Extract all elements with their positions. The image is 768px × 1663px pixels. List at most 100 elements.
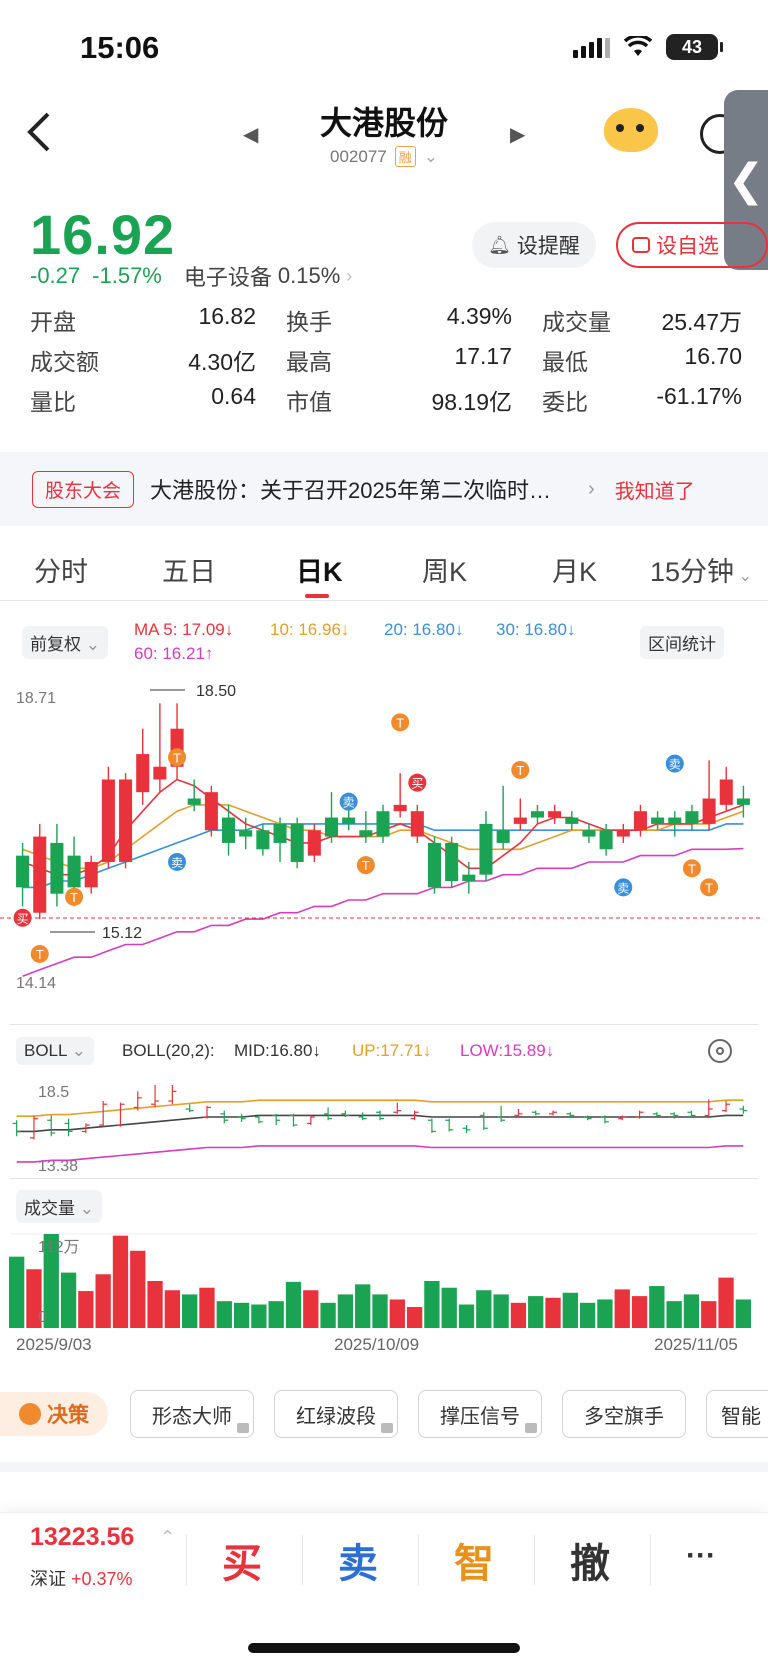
divider: [10, 1178, 758, 1179]
boll-legend: BOLL ⌄ BOLL(20,2): MID:16.80↓ UP:17.71↓ …: [0, 1035, 768, 1071]
battery-icon: 43: [666, 34, 723, 60]
range-stats-button[interactable]: 区间统计: [640, 626, 724, 659]
volume-bar: [545, 1297, 561, 1328]
volume-bar: [233, 1302, 250, 1328]
sector-link[interactable]: 电子设备 0.15% ›: [184, 260, 352, 292]
volume-bar: [579, 1302, 596, 1328]
boll-chart[interactable]: 18.5 13.38: [0, 1075, 768, 1180]
volume-bar: [562, 1292, 578, 1328]
tool-support-resistance[interactable]: 撑压信号: [418, 1390, 542, 1438]
volume-bar: [683, 1294, 700, 1328]
stats-row: 开盘 16.82 换手 4.39% 成交量 25.47万: [30, 300, 742, 340]
last-price: 16.92: [30, 203, 176, 266]
mascot-icon[interactable]: [604, 108, 658, 152]
tool-smart[interactable]: 智能: [706, 1390, 768, 1438]
status-icons: 43: [573, 34, 723, 60]
separator: [650, 1535, 651, 1585]
tab-intraday[interactable]: 分时: [34, 550, 88, 589]
signal-label: 卖: [343, 796, 355, 810]
dismiss-announcement-button[interactable]: 我知道了: [615, 475, 695, 504]
boll-dropdown[interactable]: BOLL ⌄: [16, 1037, 94, 1065]
stat-item: 量比 0.64: [30, 383, 286, 417]
sell-button[interactable]: 卖: [338, 1531, 378, 1589]
volume-bar: [424, 1281, 440, 1328]
cellular-signal-icon: [573, 36, 610, 58]
volume-bar: [389, 1299, 405, 1328]
buy-button[interactable]: 买: [222, 1531, 262, 1589]
smart-trade-button[interactable]: 智: [454, 1531, 494, 1589]
stock-code-row[interactable]: 002077 融 ⌄: [0, 146, 768, 167]
volume-bar: [458, 1304, 475, 1328]
tab-monthly-k[interactable]: 月K: [552, 550, 597, 589]
volume-bar: [164, 1290, 181, 1328]
signal-label: 买: [411, 777, 423, 791]
candle-body: [685, 811, 699, 824]
candle-body: [290, 823, 304, 862]
candle-body: [376, 811, 390, 837]
candle-body: [633, 811, 647, 831]
max-price-label: 18.50: [196, 683, 236, 700]
divider: [10, 1024, 758, 1025]
add-watchlist-button[interactable]: 设自选: [616, 222, 768, 268]
cancel-order-button[interactable]: 撤: [570, 1531, 610, 1589]
stat-value: 0.64: [211, 383, 256, 409]
decision-button[interactable]: 决策: [0, 1392, 108, 1436]
volume-bar: [718, 1277, 734, 1328]
candle-body: [668, 817, 682, 824]
date-start: 2025/9/03: [16, 1335, 92, 1354]
chevron-down-icon: ⌄: [71, 1041, 86, 1060]
tab-15min[interactable]: 15分钟 ⌄: [650, 550, 752, 589]
tab-five-day[interactable]: 五日: [162, 550, 216, 589]
ma5-value: MA 5: 17.09↓: [134, 620, 234, 639]
boll-lines: [16, 1099, 744, 1163]
chevron-down-icon: ⌄: [85, 635, 100, 654]
volume-chart[interactable]: 112万 0: [0, 1228, 768, 1333]
lock-icon: [237, 1423, 249, 1433]
candle-body: [359, 830, 373, 837]
volume-bar: [78, 1291, 94, 1328]
volume-dropdown[interactable]: 成交量 ⌄: [16, 1190, 102, 1223]
stat-label: 成交量: [542, 309, 611, 335]
next-stock-button[interactable]: ▶: [510, 122, 525, 147]
stat-label: 开盘: [30, 309, 76, 335]
index-ticker[interactable]: 13223.56 ⌃ 深证 +0.37%: [0, 1513, 180, 1613]
candles: [16, 703, 750, 920]
candle-body: [565, 817, 579, 824]
status-time: 15:06: [80, 30, 160, 65]
tool-red-green-wave[interactable]: 红绿波段: [274, 1390, 398, 1438]
settings-icon[interactable]: [708, 1039, 732, 1063]
candle-body: [222, 817, 236, 843]
boll-mid: MID:16.80↓: [234, 1041, 321, 1060]
bell-icon: 🔔︎: [488, 234, 511, 255]
boll-low-line: [16, 1145, 744, 1163]
watchlist-icon: [632, 237, 650, 253]
stat-label: 换手: [286, 309, 332, 335]
announcement-bar[interactable]: 股东大会 大港股份：关于召开2025年第二次临时… › 我知道了: [0, 452, 768, 526]
tool-bull-bear-flag[interactable]: 多空旗手: [562, 1390, 686, 1438]
volume-bar: [510, 1302, 527, 1328]
volume-bar: [251, 1304, 267, 1328]
kline-chart[interactable]: 18.71 14.14 18.50 15.12 买TTT卖卖TT买T卖卖TT: [0, 670, 768, 1000]
boll-up: UP:17.71↓: [352, 1041, 432, 1060]
tab-daily-k[interactable]: 日K: [296, 550, 343, 589]
stat-item: 成交额 4.30亿: [30, 343, 286, 377]
tool-pattern-master[interactable]: 形态大师: [130, 1390, 254, 1438]
stock-code: 002077: [330, 146, 387, 166]
stat-label: 最高: [286, 349, 332, 375]
candle-body: [702, 798, 716, 824]
set-alert-button[interactable]: 🔔︎ 设提醒: [472, 222, 596, 268]
tool-pattern-master-label: 形态大师: [152, 1405, 232, 1428]
volume-bar: [597, 1299, 613, 1328]
more-button[interactable]: ···: [686, 1539, 716, 1573]
stats-row: 量比 0.64 市值 98.19亿 委比 -61.17%: [30, 380, 742, 420]
candle-body: [530, 811, 544, 818]
candle-body: [239, 830, 253, 837]
candle-body: [307, 830, 321, 856]
bottom-trade-bar: 13223.56 ⌃ 深证 +0.37% 买 卖 智 撤 ···: [0, 1512, 768, 1663]
candle-body: [427, 842, 442, 888]
adjust-dropdown[interactable]: 前复权 ⌄: [22, 626, 108, 659]
tab-weekly-k[interactable]: 周K: [422, 550, 467, 589]
chevron-down-icon: ⌄: [79, 1199, 94, 1218]
stat-value: 4.30亿: [188, 349, 256, 375]
tab-15min-label: 15分钟: [650, 557, 735, 587]
